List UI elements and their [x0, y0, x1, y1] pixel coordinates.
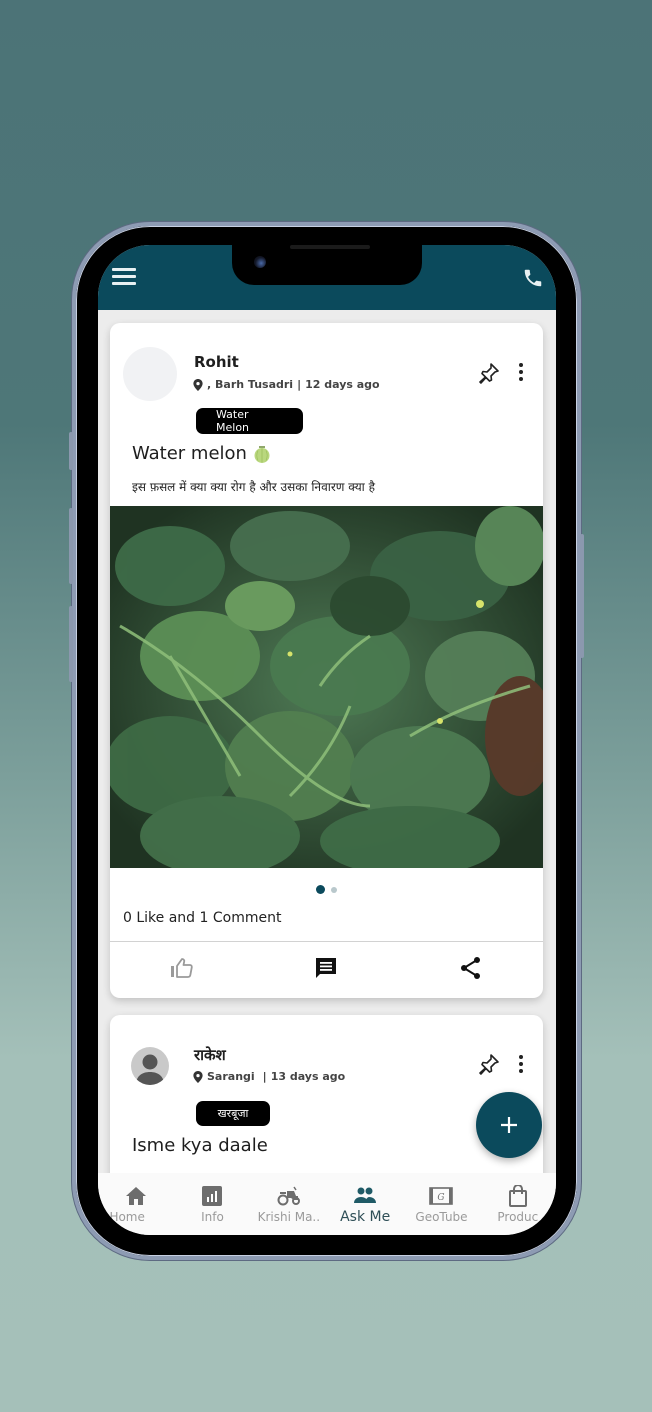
carousel-dot[interactable] — [331, 886, 337, 893]
carousel-dot-active[interactable] — [316, 885, 325, 894]
like-button[interactable] — [110, 943, 254, 993]
front-camera — [254, 256, 266, 268]
nav-label: Info — [201, 1210, 224, 1224]
post-stats: 0 Like and 1 Comment — [123, 910, 282, 926]
share-button[interactable] — [399, 943, 543, 993]
meta-separator: | — [262, 1070, 267, 1083]
thumbs-up-icon — [171, 958, 193, 978]
more-options-icon[interactable] — [516, 363, 526, 385]
post-image[interactable] — [110, 506, 543, 868]
bottom-navigation: Home Info Krishi Ma.. Ask Me G GeoTube P… — [98, 1173, 556, 1235]
image-carousel-indicator — [110, 885, 543, 894]
post-title: Isme kya daale — [132, 1135, 268, 1156]
nav-label: GeoTube — [415, 1210, 468, 1224]
meta-separator: | — [297, 378, 302, 391]
phone-power-button — [580, 534, 584, 658]
nav-item-home[interactable]: Home — [98, 1173, 174, 1235]
shopping-bag-icon — [508, 1185, 527, 1207]
post-meta: , Barh Tusadri | 12 days ago — [193, 378, 380, 391]
phone-call-icon[interactable] — [522, 267, 544, 289]
more-options-icon[interactable] — [516, 1055, 526, 1077]
add-post-button[interactable] — [476, 1092, 542, 1158]
chart-icon — [202, 1186, 223, 1206]
film-icon: G — [429, 1187, 454, 1205]
nav-label: Ask Me — [340, 1209, 391, 1225]
plus-icon — [501, 1117, 517, 1133]
post-location: , Barh Tusadri — [207, 378, 294, 391]
location-pin-icon — [193, 1070, 203, 1083]
app-screen: Rohit , Barh Tusadri | 12 days ago Water… — [98, 245, 556, 1235]
phone-volume-up — [69, 508, 73, 584]
divider — [110, 941, 543, 942]
ask-me-feed[interactable]: Rohit , Barh Tusadri | 12 days ago Water… — [98, 310, 556, 1175]
nav-item-products[interactable]: Produc — [480, 1173, 556, 1235]
nav-label: Produc — [497, 1210, 539, 1224]
post-title-text: Water melon — [132, 443, 247, 464]
phone-notch — [232, 245, 422, 285]
melon-icon — [254, 445, 270, 463]
avatar[interactable] — [131, 1047, 169, 1085]
post-time: 13 days ago — [270, 1070, 346, 1083]
nav-label: Krishi Ma.. — [257, 1210, 321, 1224]
post-body: इस फ़सल में क्या क्या रोग है और उसका निव… — [132, 480, 375, 494]
post-meta: Sarangi | 13 days ago — [193, 1070, 345, 1083]
svg-text:G: G — [438, 1193, 445, 1203]
crop-tag[interactable]: Water Melon — [196, 408, 303, 434]
location-pin-icon — [193, 378, 203, 391]
pin-icon[interactable] — [477, 1052, 501, 1076]
phone-mute-switch — [69, 432, 73, 470]
post-location: Sarangi — [207, 1070, 255, 1083]
nav-item-info[interactable]: Info — [174, 1173, 250, 1235]
nav-item-geotube[interactable]: G GeoTube — [403, 1173, 479, 1235]
watermelon-leaves-photo — [110, 506, 543, 868]
comment-icon — [316, 958, 337, 978]
phone-volume-down — [69, 606, 73, 682]
post-time: 12 days ago — [305, 378, 380, 391]
avatar[interactable] — [123, 347, 177, 401]
crop-tag[interactable]: खरबूजा — [196, 1101, 270, 1126]
post-title-text: Isme kya daale — [132, 1135, 268, 1156]
speaker-grille — [290, 245, 370, 249]
default-user-avatar-icon — [136, 1054, 164, 1085]
people-icon — [354, 1187, 377, 1203]
post-title: Water melon — [132, 443, 271, 464]
post-card: Rohit , Barh Tusadri | 12 days ago Water… — [110, 323, 543, 998]
nav-label: Home — [109, 1210, 145, 1224]
hamburger-menu-icon[interactable] — [112, 268, 136, 286]
home-icon — [126, 1187, 147, 1205]
post-actions — [110, 943, 543, 993]
tractor-icon — [277, 1186, 300, 1206]
post-author[interactable]: राकेश — [194, 1045, 226, 1065]
comment-button[interactable] — [254, 943, 398, 993]
nav-item-krishi-market[interactable]: Krishi Ma.. — [251, 1173, 327, 1235]
post-author[interactable]: Rohit — [194, 353, 239, 371]
nav-item-ask-me[interactable]: Ask Me — [327, 1173, 403, 1235]
share-icon — [460, 957, 480, 979]
post-card: राकेश Sarangi | 13 days ago खरबूजा Isme … — [110, 1015, 543, 1175]
pin-icon[interactable] — [477, 361, 501, 385]
app-bar — [98, 245, 556, 310]
